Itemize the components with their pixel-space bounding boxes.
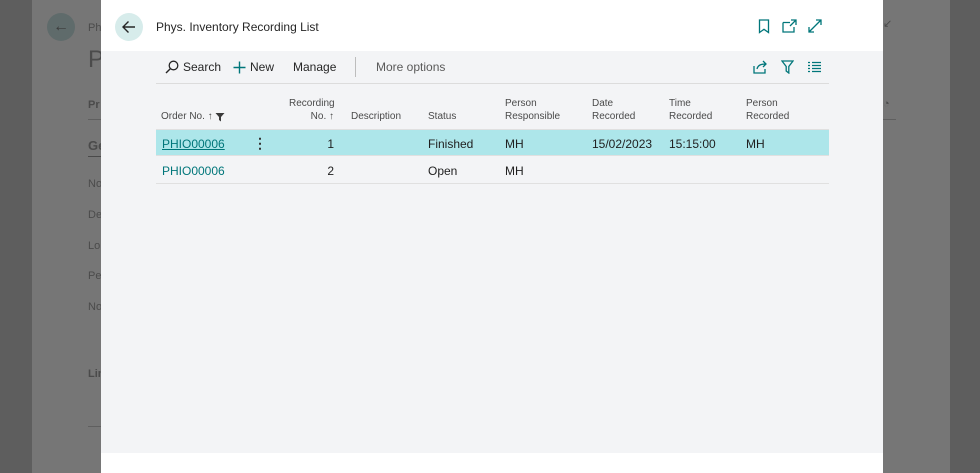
background-divider — [88, 119, 101, 120]
date-recorded-header-line2: Recorded — [592, 111, 636, 122]
background-field: Lo — [88, 240, 101, 252]
filter-icon — [215, 112, 225, 121]
background-field: Pe — [88, 270, 102, 282]
plus-icon — [233, 61, 246, 73]
background-collapse-icon: ↙ — [883, 18, 893, 30]
open-new-window-icon — [781, 19, 797, 33]
dialog-footer — [101, 453, 883, 473]
search-button[interactable]: Search — [165, 60, 221, 74]
person-recorded-cell: MH — [746, 137, 765, 151]
list-view-icon — [808, 61, 821, 73]
new-button[interactable]: New — [233, 60, 274, 74]
time-recorded-header-line1: Time — [669, 98, 691, 109]
more-options-button[interactable]: More options — [376, 60, 445, 74]
table-row[interactable]: PHIO00006 2 Open MH — [156, 157, 829, 184]
background-tab: Pr — [88, 99, 100, 111]
manage-label: Manage — [293, 60, 337, 74]
recording-no-header-line2: No. ↑ — [310, 111, 334, 122]
column-header-person-responsible[interactable]: Person Responsible — [505, 97, 560, 123]
date-recorded-header-line1: Date — [592, 98, 614, 109]
date-recorded-cell: 15/02/2023 — [592, 137, 653, 151]
background-divider — [883, 119, 896, 120]
recording-list-dialog: Phys. Inventory Recording List Search Ne… — [101, 0, 883, 473]
person-recorded-header-line1: Person — [746, 98, 778, 109]
table-row[interactable]: PHIO00006 ⋮ 1 Finished MH 15/02/2023 15:… — [156, 129, 829, 156]
recording-no-cell: 1 — [327, 137, 334, 151]
bookmark-icon — [758, 18, 770, 34]
dialog-title: Phys. Inventory Recording List — [156, 20, 319, 34]
order-no-link[interactable]: PHIO00006 — [162, 164, 225, 178]
background-right-strip — [950, 0, 980, 473]
back-button[interactable] — [115, 13, 143, 41]
status-cell: Finished — [428, 137, 474, 151]
more-options-label: More options — [376, 60, 446, 74]
column-header-date-recorded[interactable]: Date Recorded — [592, 97, 635, 123]
person-responsible-header-line1: Person — [505, 98, 537, 109]
bookmark-button[interactable] — [756, 18, 772, 34]
toolbar-separator — [355, 57, 356, 77]
recording-no-header-line1: Recording — [289, 98, 335, 109]
filter-button[interactable] — [781, 60, 794, 74]
recording-no-cell: 2 — [327, 164, 334, 178]
column-header-person-recorded[interactable]: Person Recorded — [746, 97, 789, 123]
status-cell: Open — [428, 164, 458, 178]
search-label: Search — [183, 60, 222, 74]
person-recorded-header-line2: Recorded — [746, 111, 790, 122]
row-actions-icon[interactable]: ⋮ — [253, 135, 267, 152]
background-field: De — [88, 209, 103, 221]
dialog-header: Phys. Inventory Recording List — [101, 0, 883, 51]
background-info-icon: ◔ — [883, 98, 890, 110]
expand-button[interactable] — [807, 18, 823, 34]
action-bar: Search New Manage More options — [156, 51, 829, 84]
background-divider — [88, 426, 101, 427]
share-button[interactable] — [753, 60, 768, 74]
share-icon — [753, 60, 767, 74]
time-recorded-header-line2: Recorded — [669, 111, 713, 122]
manage-button[interactable]: Manage — [293, 60, 336, 74]
person-responsible-header-line2: Responsible — [505, 111, 561, 122]
background-left-strip — [0, 0, 32, 473]
order-no-header-label: Order No. ↑ — [161, 111, 213, 122]
column-header-time-recorded[interactable]: Time Recorded — [669, 97, 712, 123]
background-field: No — [88, 178, 103, 190]
order-no-link[interactable]: PHIO00006 — [162, 137, 225, 151]
expand-icon — [808, 19, 822, 33]
background-back-icon: ← — [47, 13, 75, 41]
background-breadcrumb: Ph — [88, 22, 102, 34]
open-in-new-window-button[interactable] — [781, 18, 797, 34]
person-responsible-cell: MH — [505, 137, 524, 151]
background-section-underline — [88, 156, 101, 157]
new-label: New — [250, 60, 275, 74]
search-icon — [165, 60, 179, 74]
arrow-left-icon — [122, 21, 135, 33]
time-recorded-cell: 15:15:00 — [669, 137, 716, 151]
column-header-order-no[interactable]: Order No. ↑ — [161, 110, 225, 123]
background-field: No — [88, 301, 103, 313]
list-view-button[interactable] — [808, 61, 821, 73]
filter-icon — [781, 60, 794, 74]
person-responsible-cell: MH — [505, 164, 524, 178]
column-header-recording-no[interactable]: Recording No. ↑ — [289, 97, 335, 123]
column-header-status[interactable]: Status — [428, 110, 456, 123]
column-header-description[interactable]: Description — [351, 110, 401, 123]
